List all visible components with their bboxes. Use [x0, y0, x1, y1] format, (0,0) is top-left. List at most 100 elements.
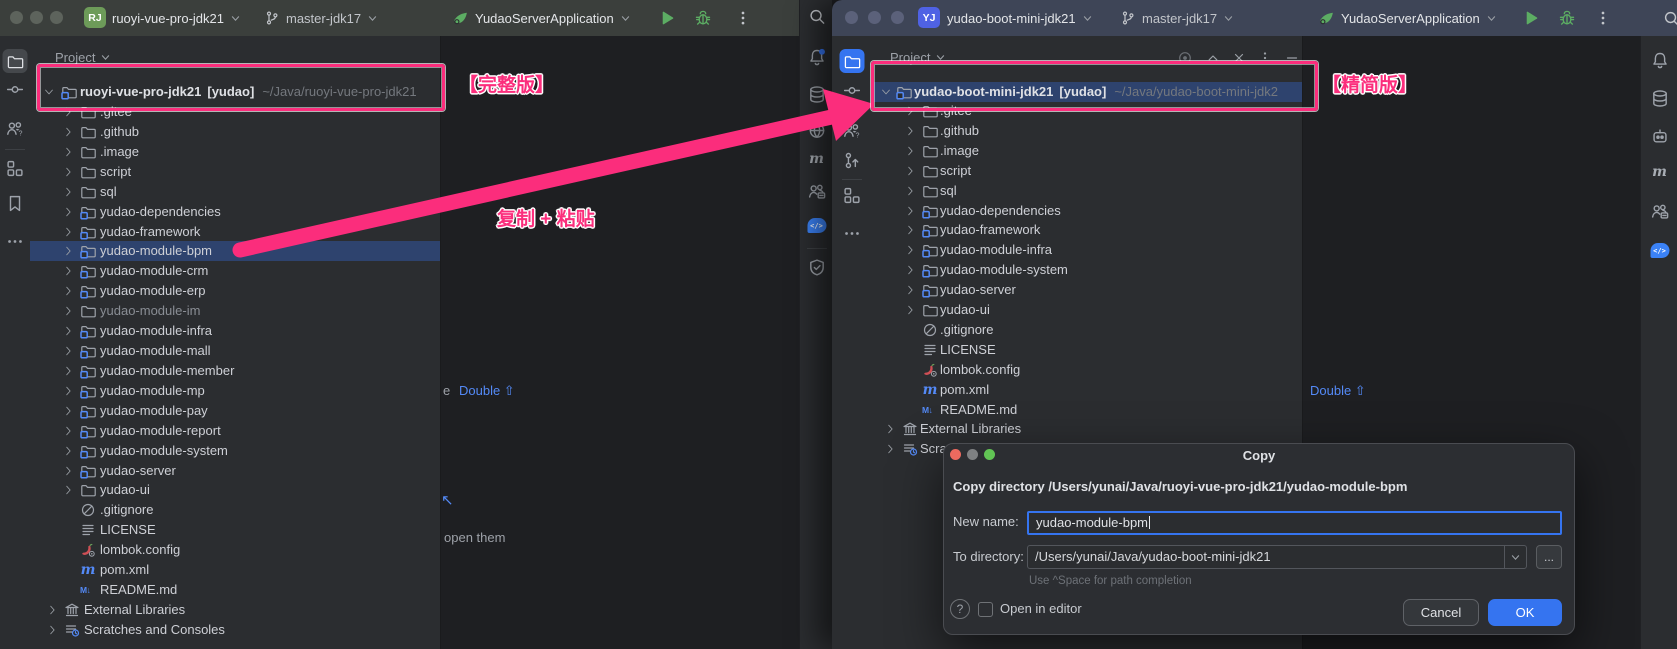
to-directory-combobox[interactable]: /Users/yunai/Java/yudao-boot-mini-jdk21 — [1027, 545, 1527, 569]
chevron-right-icon[interactable] — [905, 264, 917, 276]
tree-item-pom.xml[interactable]: mpom.xml — [30, 560, 440, 580]
project-panel-header[interactable]: Project — [55, 50, 111, 65]
maven-icon[interactable]: m — [1650, 164, 1669, 183]
tree-item-yudao-module-pay[interactable]: yudao-module-pay — [30, 401, 440, 421]
browse-button[interactable]: ... — [1536, 545, 1562, 569]
database-icon[interactable] — [1650, 89, 1669, 108]
chevron-right-icon[interactable] — [885, 423, 897, 435]
chevron-right-icon[interactable] — [905, 284, 917, 296]
chevron-right-icon[interactable] — [63, 385, 75, 397]
tree-item-yudao-module-im[interactable]: yudao-module-im — [30, 301, 440, 321]
notifications-icon[interactable] — [1650, 51, 1669, 70]
traffic-light-zoom[interactable] — [50, 11, 63, 24]
chevron-right-icon[interactable] — [63, 325, 75, 337]
chevron-right-icon[interactable] — [63, 146, 75, 158]
chevron-right-icon[interactable] — [905, 304, 917, 316]
commit-icon[interactable] — [843, 81, 862, 100]
open-in-editor-checkbox[interactable] — [978, 602, 993, 617]
chevron-right-icon[interactable] — [47, 624, 59, 636]
tree-item-yudao-ui[interactable]: yudao-ui — [30, 480, 440, 500]
new-name-input[interactable]: yudao-module-bpm — [1027, 511, 1562, 535]
bookmark-icon[interactable] — [6, 194, 25, 213]
tree-item-.image[interactable]: .image — [872, 141, 1302, 161]
tree-item-yudao-module-erp[interactable]: yudao-module-erp — [30, 281, 440, 301]
debug-button[interactable] — [694, 9, 712, 27]
tree-item-script[interactable]: script — [30, 162, 440, 182]
code-with-me-icon[interactable]: ? — [843, 121, 862, 140]
chevron-right-icon[interactable] — [905, 224, 917, 236]
maven-icon[interactable]: m — [807, 151, 826, 170]
tree-item-yudao-framework[interactable]: yudao-framework — [872, 220, 1302, 240]
code-with-me-icon[interactable]: ? — [6, 119, 25, 138]
tree-item-yudao-module-member[interactable]: yudao-module-member — [30, 361, 440, 381]
tree-item-yudao-module-mall[interactable]: yudao-module-mall — [30, 341, 440, 361]
people-chat-icon[interactable] — [807, 182, 826, 201]
branch-switcher[interactable]: master-jdk17 — [1120, 0, 1234, 36]
chevron-right-icon[interactable] — [63, 166, 75, 178]
chevron-right-icon[interactable] — [63, 245, 75, 257]
structure-icon[interactable] — [843, 186, 862, 205]
chevron-right-icon[interactable] — [63, 265, 75, 277]
traffic-light-close[interactable] — [10, 11, 23, 24]
help-button[interactable]: ? — [950, 599, 970, 619]
tree-item-yudao-dependencies[interactable]: yudao-dependencies — [30, 202, 440, 222]
chevron-right-icon[interactable] — [63, 365, 75, 377]
chevron-right-icon[interactable] — [63, 186, 75, 198]
ai-assistant-icon[interactable]: </> — [807, 216, 826, 235]
traffic-light-minimize[interactable] — [30, 11, 43, 24]
project-switcher[interactable]: yudao-boot-mini-jdk21 — [947, 0, 1093, 36]
notifications-icon[interactable] — [807, 48, 826, 67]
tree-item-Scratches and Consoles[interactable]: Scratches and Consoles — [30, 620, 440, 640]
chevron-right-icon[interactable] — [63, 345, 75, 357]
tree-item-yudao-ui[interactable]: yudao-ui — [872, 300, 1302, 320]
project-tool-icon[interactable] — [840, 49, 865, 73]
more-icon[interactable] — [6, 232, 25, 251]
tree-item-script[interactable]: script — [872, 161, 1302, 181]
tree-item-pom.xml[interactable]: mpom.xml — [872, 380, 1302, 400]
chevron-right-icon[interactable] — [905, 185, 917, 197]
project-switcher[interactable]: ruoyi-vue-pro-jdk21 — [112, 0, 241, 36]
ai-assistant-icon[interactable]: </> — [1650, 241, 1669, 260]
traffic-light-close[interactable] — [845, 11, 858, 24]
run-config-selector[interactable]: YudaoServerApplication — [1318, 0, 1497, 36]
chevron-right-icon[interactable] — [885, 443, 897, 455]
globe-icon[interactable] — [807, 121, 826, 140]
tree-item-.github[interactable]: .github — [30, 122, 440, 142]
tree-item-yudao-server[interactable]: yudao-server — [872, 280, 1302, 300]
traffic-light-zoom[interactable] — [891, 11, 904, 24]
tree-item-lombok.config[interactable]: lombok.config — [872, 360, 1302, 380]
debug-button[interactable] — [1558, 9, 1576, 27]
tree-item-README.md[interactable]: M↓README.md — [872, 400, 1302, 420]
search-icon[interactable] — [1662, 9, 1677, 27]
search-icon[interactable] — [807, 7, 826, 26]
tree-item-yudao-module-report[interactable]: yudao-module-report — [30, 421, 440, 441]
ok-button[interactable]: OK — [1488, 599, 1562, 626]
tree-item-yudao-module-system[interactable]: yudao-module-system — [872, 260, 1302, 280]
more-actions-button[interactable] — [734, 9, 752, 27]
chevron-right-icon[interactable] — [905, 244, 917, 256]
people-chat-icon[interactable] — [1650, 202, 1669, 221]
project-avatar[interactable]: RJ — [84, 7, 106, 28]
chevron-right-icon[interactable] — [47, 604, 59, 616]
tree-item-.image[interactable]: .image — [30, 142, 440, 162]
tree-item-yudao-framework[interactable]: yudao-framework — [30, 222, 440, 242]
chevron-right-icon[interactable] — [63, 305, 75, 317]
robot-icon[interactable] — [1650, 127, 1669, 146]
traffic-light-minimize[interactable] — [868, 11, 881, 24]
chevron-right-icon[interactable] — [905, 125, 917, 137]
tree-item-yudao-module-crm[interactable]: yudao-module-crm — [30, 261, 440, 281]
tree-item-yudao-module-mp[interactable]: yudao-module-mp — [30, 381, 440, 401]
tree-item-yudao-server[interactable]: yudao-server — [30, 461, 440, 481]
tree-item-lombok.config[interactable]: lombok.config — [30, 540, 440, 560]
chevron-right-icon[interactable] — [905, 165, 917, 177]
run-button[interactable] — [1522, 9, 1540, 27]
chevron-right-icon[interactable] — [63, 465, 75, 477]
run-config-selector[interactable]: YudaoServerApplication — [452, 0, 631, 36]
tree-item-sql[interactable]: sql — [30, 182, 440, 202]
tree-item-yudao-dependencies[interactable]: yudao-dependencies — [872, 201, 1302, 221]
database-icon[interactable] — [807, 85, 826, 104]
tree-item-External Libraries[interactable]: External Libraries — [872, 419, 1302, 439]
tree-item-.gitignore[interactable]: .gitignore — [30, 500, 440, 520]
chevron-down-icon[interactable] — [1504, 546, 1526, 568]
chevron-right-icon[interactable] — [63, 484, 75, 496]
